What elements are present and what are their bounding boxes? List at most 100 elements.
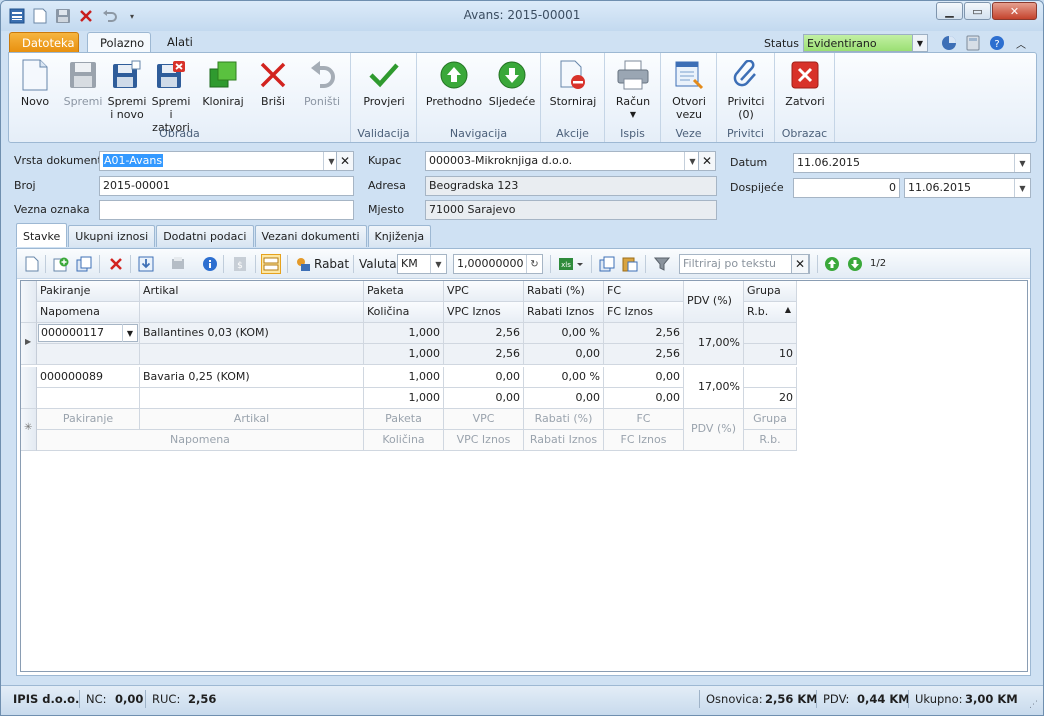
brisi-button[interactable]: Briši [251,57,295,108]
col-header-rb[interactable]: R.b. ▲ [744,302,797,323]
col-header-vpc-iznos[interactable]: VPC Iznos [444,302,524,323]
broj-field[interactable]: 2015-00001 [99,176,354,196]
chevron-down-icon[interactable]: ▼ [1014,179,1030,197]
prethodno-button[interactable]: Prethodno [425,57,483,108]
cell-rabati[interactable]: 0,00 % [524,323,604,344]
new-row-vpc[interactable]: VPC [444,409,524,430]
col-header-fc-iznos[interactable]: FC Iznos [604,302,684,323]
clear-vrsta-icon[interactable]: ✕ [336,151,354,171]
valuta-combo[interactable]: KM ▼ [397,254,447,274]
layout-toggle-icon[interactable] [261,254,281,274]
cell-napomena[interactable] [37,388,140,409]
dospijece-days-field[interactable]: 0 [793,178,900,198]
cell-artikal[interactable]: Bavaria 0,25 (KOM) [140,367,364,388]
cell-vpc-iznos[interactable]: 2,56 [444,344,524,365]
paste-icon[interactable] [621,255,639,273]
tab-datoteka[interactable]: Datoteka [9,32,79,53]
cell-rb[interactable]: 20 [744,388,797,409]
col-header-paketa[interactable]: Paketa [364,281,444,302]
tab-polazno[interactable]: Polazno [87,32,151,53]
cell-artikal[interactable]: Ballantines 0,03 (KOM) [140,323,364,344]
cell-paketa[interactable]: 1,000 [364,323,444,344]
new-row-paketa[interactable]: Paketa [364,409,444,430]
chevron-down-icon[interactable]: ▼ [912,34,928,52]
next-page-icon[interactable] [846,255,864,273]
copy-row-icon[interactable] [75,255,93,273]
chevron-down-icon[interactable]: ▼ [122,324,137,342]
col-header-fc[interactable]: FC [604,281,684,302]
delete-row-icon[interactable] [107,255,125,273]
collapse-ribbon-icon[interactable]: ︿ [1011,33,1031,53]
cell-rabati-iznos[interactable]: 0,00 [524,388,604,409]
kloniraj-button[interactable]: Kloniraj [201,57,245,108]
status-combo[interactable]: Evidentirano ▼ [803,34,928,52]
spremi-button[interactable]: Spremi [61,57,105,108]
provjeri-button[interactable]: Provjeri [359,57,409,108]
new-row-fc-iznos[interactable]: FC Iznos [604,430,684,451]
resize-grip-icon[interactable]: ⋰ [1029,700,1038,710]
pakiranje-combo[interactable]: 000000117 ▼ [38,324,138,342]
info-icon[interactable] [201,255,219,273]
minimize-icon[interactable]: ▁ [936,2,963,20]
col-header-rabati[interactable]: Rabati (%) [524,281,604,302]
cell-rabati-iznos[interactable]: 0,00 [524,344,604,365]
cell-grupa[interactable] [744,367,797,388]
rabat-button[interactable]: Rabat [314,257,349,271]
col-header-vpc[interactable]: VPC [444,281,524,302]
tab-ukupni-iznosi[interactable]: Ukupni iznosi [68,225,156,247]
new-row-artikal[interactable]: Artikal [140,409,364,430]
cell-kolicina[interactable]: 1,000 [364,344,444,365]
new-row-rabati-iznos[interactable]: Rabati Iznos [524,430,604,451]
col-header-kolicina[interactable]: Količina [364,302,444,323]
zatvori-button[interactable]: Zatvori [781,57,829,108]
clear-filter-icon[interactable]: ✕ [791,254,809,274]
col-header-rabati-iznos[interactable]: Rabati Iznos [524,302,604,323]
clear-kupac-icon[interactable]: ✕ [698,151,716,171]
tab-dodatni-podaci[interactable]: Dodatni podaci [156,225,254,247]
cell-fc[interactable]: 2,56 [604,323,684,344]
kupac-combo[interactable]: 000003-Mikroknjiga d.o.o. ▼ [425,151,701,171]
tecaj-field[interactable]: 1,00000000 ↻ [453,254,543,274]
tab-stavke[interactable]: Stavke [16,223,68,247]
price-icon[interactable]: $ [231,255,249,273]
copy-icon[interactable] [598,255,616,273]
otvori-vezu-button[interactable]: Otvori vezu [666,57,712,121]
cell-kolicina[interactable]: 1,000 [364,388,444,409]
tab-vezani-dokumenti[interactable]: Vezani dokumenti [254,225,367,247]
new-row-pdv[interactable]: PDV (%) [684,409,744,451]
import-icon[interactable] [137,255,155,273]
spremi-i-novo-button[interactable]: Spremi i novo [105,57,149,121]
col-header-pakiranje[interactable]: Pakiranje [37,281,140,302]
tab-knjizenja[interactable]: Knjiženja [367,225,432,247]
privitci-button[interactable]: Privitci (0) [723,57,769,121]
new-row-icon[interactable] [23,255,41,273]
datum-field[interactable]: 11.06.2015 ▼ [793,153,1031,173]
new-row-fc[interactable]: FC [604,409,684,430]
cell-napomena[interactable] [37,344,140,365]
novo-button[interactable]: Novo [13,57,57,108]
new-row-pakiranje[interactable]: Pakiranje [37,409,140,430]
cell-paketa[interactable]: 1,000 [364,367,444,388]
table-row[interactable]: 000000117 ▼ [37,323,140,344]
spremi-i-zatvori-button[interactable]: Spremi i zatvori [149,57,193,134]
new-row-napomena[interactable]: Napomena [37,430,364,451]
cell-pakiranje[interactable]: 000000089 [37,367,140,388]
add-row-icon[interactable] [52,255,70,273]
refresh-icon[interactable]: ↻ [526,255,542,273]
cell-fc[interactable]: 0,00 [604,367,684,388]
cell-pdv[interactable]: 17,00% [684,323,744,365]
close-window-icon[interactable]: ✕ [992,2,1037,20]
col-header-napomena[interactable]: Napomena [37,302,140,323]
calculator-icon[interactable] [963,33,983,53]
new-row-vpc-iznos[interactable]: VPC Iznos [444,430,524,451]
chevron-down-icon[interactable]: ▼ [430,255,446,273]
ponisti-button[interactable]: Poništi [300,57,344,108]
cell-fc-iznos[interactable]: 2,56 [604,344,684,365]
cell-pdv[interactable]: 17,00% [684,367,744,409]
sljedece-button[interactable]: Sljedeće [487,57,537,108]
tab-alati[interactable]: Alati [155,32,205,53]
cell-vpc-iznos[interactable]: 0,00 [444,388,524,409]
cell-rb[interactable]: 10 [744,344,797,365]
filter-icon[interactable] [653,255,671,273]
cell-rabati[interactable]: 0,00 % [524,367,604,388]
